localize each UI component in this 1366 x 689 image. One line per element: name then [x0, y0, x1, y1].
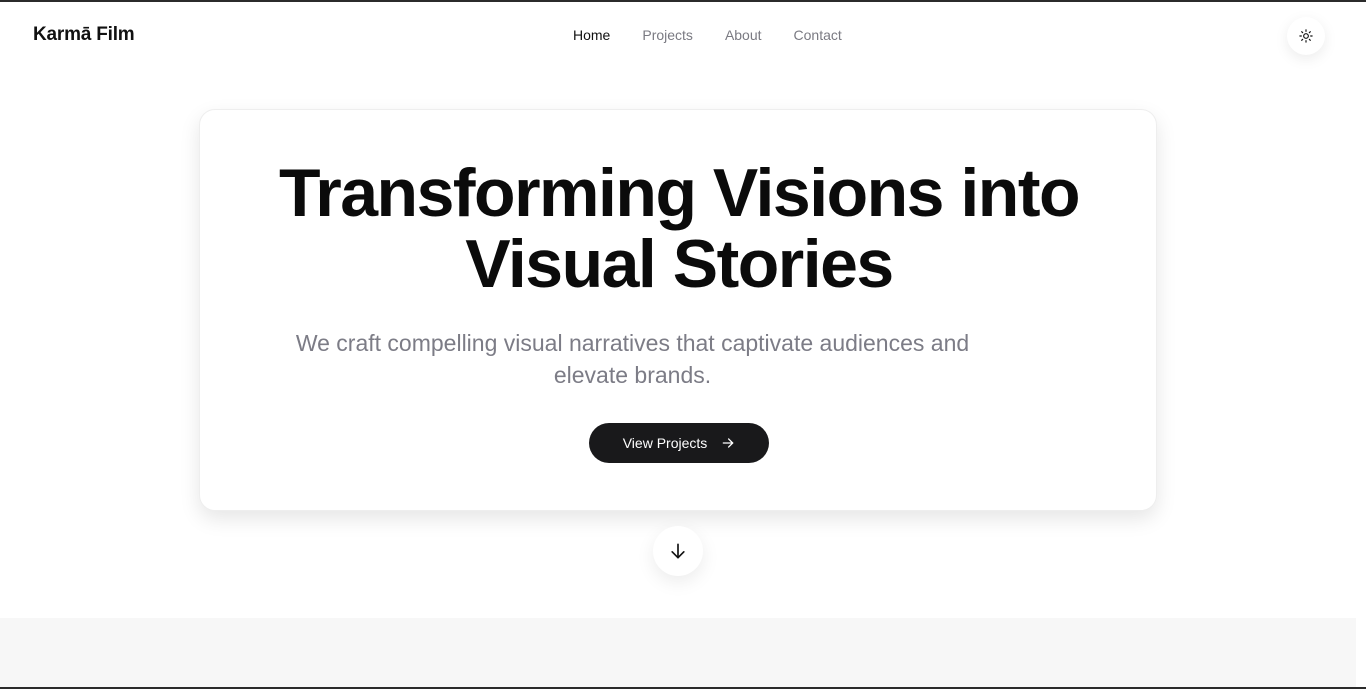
sun-icon	[1299, 29, 1313, 43]
hero-subtitle-line-2: elevate brands.	[553, 362, 712, 388]
hero-subtitle: We craft compelling visual narratives th…	[240, 327, 1025, 391]
scroll-down-button[interactable]	[653, 526, 703, 576]
view-projects-label: View Projects	[622, 435, 708, 451]
theme-toggle-button[interactable]	[1287, 17, 1325, 55]
hero-subtitle-line-1: We craft compelling visual narratives th…	[295, 330, 970, 356]
nav-about[interactable]: About	[725, 27, 762, 43]
arrow-down-icon	[671, 543, 685, 559]
main-nav: Home Projects About Contact	[573, 27, 874, 43]
nav-projects[interactable]: Projects	[642, 27, 693, 43]
brand-logo[interactable]: Karmā Film	[33, 24, 135, 46]
nav-home[interactable]: Home	[573, 27, 610, 43]
hero-title-line-1: Transforming Visions into	[278, 155, 1081, 231]
view-projects-button[interactable]: View Projects	[589, 423, 769, 463]
hero-card: Transforming Visions into Visual Stories…	[199, 109, 1157, 511]
arrow-right-icon	[722, 438, 734, 448]
nav-contact[interactable]: Contact	[794, 27, 842, 43]
next-section	[0, 618, 1356, 687]
hero-title: Transforming Visions into Visual Stories	[200, 158, 1158, 300]
site-header: Karmā Film Home Projects About Contact	[0, 2, 1366, 70]
hero-title-line-2: Visual Stories	[465, 226, 894, 302]
